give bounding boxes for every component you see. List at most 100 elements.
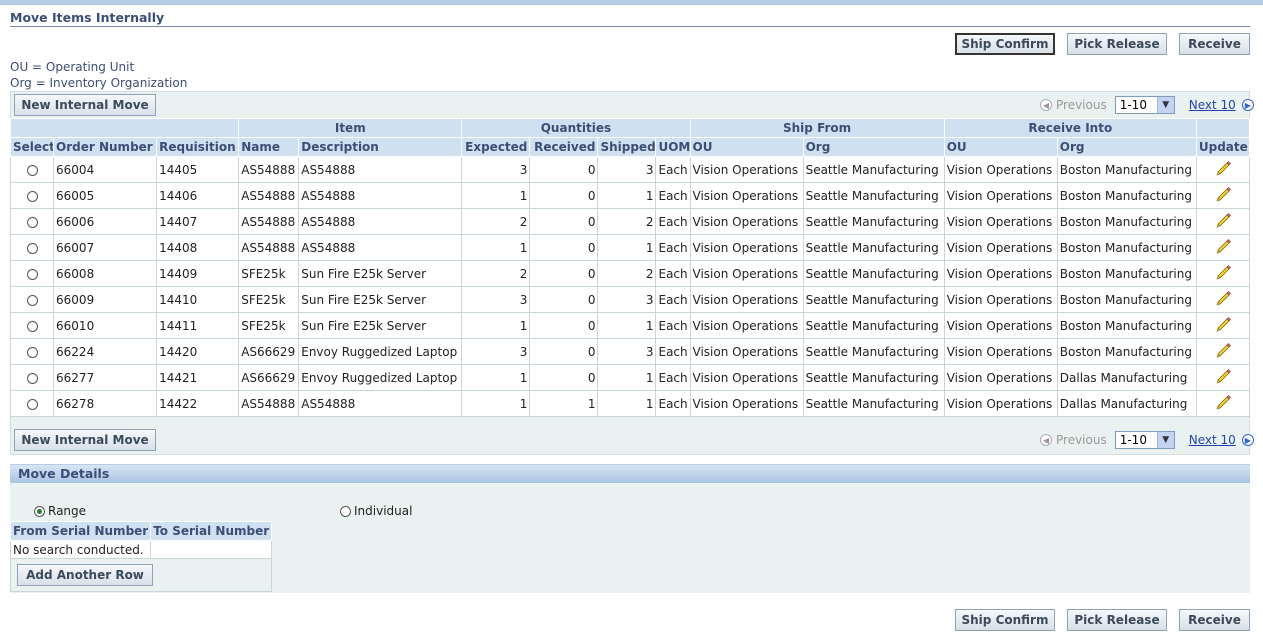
ship-org-cell: Seattle Manufacturing — [802, 338, 945, 365]
update-cell — [1195, 260, 1251, 287]
empty-cell — [150, 540, 273, 559]
row-select-radio[interactable] — [26, 294, 38, 306]
add-another-row-button[interactable]: Add Another Row — [17, 564, 153, 586]
shipped-cell: 1 — [597, 390, 657, 417]
pick-release-button-top[interactable]: Pick Release — [1067, 33, 1167, 55]
row-select-radio[interactable] — [26, 242, 38, 254]
item-description-cell: AS54888 — [298, 156, 463, 183]
range-radio[interactable] — [34, 505, 45, 517]
order-number-cell: 66007 — [53, 234, 158, 261]
row-select-radio[interactable] — [26, 320, 38, 332]
table-body: 66004 14405 AS54888 AS54888 3 0 3 Each V… — [9, 156, 1251, 417]
receive-button-bottom[interactable]: Receive — [1179, 609, 1250, 631]
row-select-radio[interactable] — [26, 346, 38, 358]
receive-org-cell: Boston Manufacturing — [1056, 234, 1197, 261]
received-cell: 1 — [529, 390, 599, 417]
update-cell — [1195, 390, 1251, 417]
next-arrow-icon[interactable]: ▶ — [1241, 99, 1254, 111]
col-uom: UOM — [655, 137, 691, 157]
item-description-cell: Sun Fire E25k Server — [298, 260, 463, 287]
receive-org-cell: Dallas Manufacturing — [1056, 390, 1197, 417]
requisition-cell: 14408 — [156, 234, 240, 261]
range-select[interactable]: 1-10 ▼ — [1114, 96, 1175, 114]
row-select-radio[interactable] — [26, 164, 38, 176]
order-number-cell: 66004 — [53, 156, 158, 183]
next-10-link[interactable]: Next 10 — [1189, 433, 1236, 447]
individual-radio[interactable] — [340, 505, 351, 517]
title-divider — [10, 26, 1250, 27]
received-cell: 0 — [529, 156, 599, 183]
ship-confirm-button-top[interactable]: Ship Confirm — [955, 33, 1055, 55]
expected-cell: 1 — [461, 234, 531, 261]
pencil-icon[interactable] — [1215, 290, 1231, 309]
new-internal-move-button-bottom[interactable]: New Internal Move — [14, 429, 156, 451]
requisition-cell: 14422 — [156, 390, 240, 417]
requisition-cell: 14411 — [156, 312, 240, 339]
ship-org-cell: Seattle Manufacturing — [802, 208, 945, 235]
blank-group-header — [1195, 118, 1251, 138]
expected-cell: 1 — [461, 390, 531, 417]
row-select-radio[interactable] — [26, 398, 38, 410]
uom-cell: Each — [655, 364, 691, 391]
select-cell — [9, 260, 55, 287]
row-select-radio[interactable] — [26, 190, 38, 202]
next-arrow-icon[interactable]: ▶ — [1241, 434, 1254, 446]
row-select-radio[interactable] — [26, 268, 38, 280]
expected-cell: 1 — [461, 182, 531, 209]
expected-cell: 3 — [461, 156, 531, 183]
previous-link[interactable]: ◀ Previous — [1040, 433, 1107, 447]
item-name-cell: AS54888 — [238, 208, 300, 235]
pencil-icon[interactable] — [1215, 342, 1231, 361]
receive-org-cell: Boston Manufacturing — [1056, 182, 1197, 209]
col-to-serial: To Serial Number — [150, 521, 273, 541]
previous-link[interactable]: ◀ Previous — [1040, 98, 1107, 112]
ship-ou-cell: Vision Operations — [689, 208, 804, 235]
range-select[interactable]: 1-10 ▼ — [1114, 431, 1175, 449]
table-row: 66224 14420 AS66629 Envoy Ruggedized Lap… — [9, 338, 1251, 365]
range-option[interactable]: Range — [34, 504, 86, 518]
item-description-cell: Sun Fire E25k Server — [298, 286, 463, 313]
shipped-cell: 2 — [597, 208, 657, 235]
col-order-number[interactable]: Order Number — [53, 137, 158, 157]
received-cell: 0 — [529, 338, 599, 365]
next-10-link[interactable]: Next 10 — [1189, 98, 1236, 112]
uom-cell: Each — [655, 156, 691, 183]
ship-org-cell: Seattle Manufacturing — [802, 312, 945, 339]
shipped-cell: 1 — [597, 182, 657, 209]
receive-ou-cell: Vision Operations — [943, 390, 1058, 417]
ship-ou-cell: Vision Operations — [689, 390, 804, 417]
row-select-radio[interactable] — [26, 372, 38, 384]
pick-release-button-bottom[interactable]: Pick Release — [1067, 609, 1167, 631]
new-internal-move-button-top[interactable]: New Internal Move — [14, 94, 156, 116]
pencil-icon[interactable] — [1215, 264, 1231, 283]
ship-confirm-button-bottom[interactable]: Ship Confirm — [955, 609, 1055, 631]
individual-option[interactable]: Individual — [340, 504, 412, 518]
col-receive-org: Org — [1056, 137, 1197, 157]
table-row: 66010 14411 SFE25k Sun Fire E25k Server … — [9, 312, 1251, 339]
table-row: 66004 14405 AS54888 AS54888 3 0 3 Each V… — [9, 156, 1251, 183]
ship-ou-cell: Vision Operations — [689, 364, 804, 391]
pencil-icon[interactable] — [1215, 394, 1231, 413]
pencil-icon[interactable] — [1215, 238, 1231, 257]
pencil-icon[interactable] — [1215, 316, 1231, 335]
pencil-icon[interactable] — [1215, 212, 1231, 231]
pencil-icon[interactable] — [1215, 368, 1231, 387]
row-select-radio[interactable] — [26, 216, 38, 228]
receive-org-cell: Boston Manufacturing — [1056, 260, 1197, 287]
received-cell: 0 — [529, 234, 599, 261]
receive-org-cell: Boston Manufacturing — [1056, 338, 1197, 365]
pencil-icon[interactable] — [1215, 160, 1231, 179]
item-group-header: Item — [238, 118, 463, 138]
col-requisition[interactable]: Requisition — [156, 137, 240, 157]
table-row: 66008 14409 SFE25k Sun Fire E25k Server … — [9, 260, 1251, 287]
item-description-cell: AS54888 — [298, 390, 463, 417]
select-cell — [9, 182, 55, 209]
col-description: Description — [298, 137, 463, 157]
item-name-cell: AS54888 — [238, 390, 300, 417]
receive-button-top[interactable]: Receive — [1179, 33, 1250, 55]
item-description-cell: AS54888 — [298, 208, 463, 235]
move-details-header: Move Details — [10, 464, 1250, 483]
item-description-cell: AS54888 — [298, 182, 463, 209]
pencil-icon[interactable] — [1215, 186, 1231, 205]
requisition-cell: 14410 — [156, 286, 240, 313]
